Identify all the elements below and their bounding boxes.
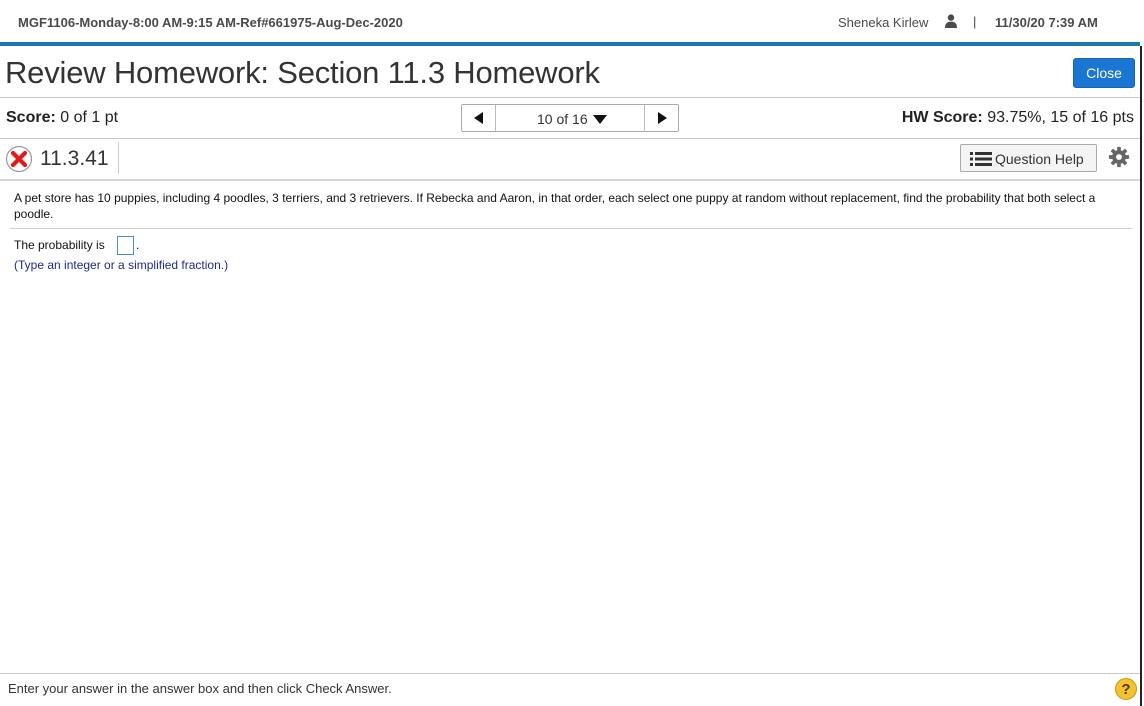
hw-score: HW Score: 93.75%, 15 of 16 pts <box>902 109 1134 127</box>
answer-period: . <box>136 238 140 252</box>
previous-question-button[interactable] <box>462 105 496 131</box>
page-title: Review Homework: Section 11.3 Homework <box>5 55 600 90</box>
arrow-right-icon <box>658 112 667 124</box>
gear-icon[interactable] <box>1108 146 1130 168</box>
hw-score-value: 93.75%, 15 of 16 pts <box>987 109 1134 126</box>
score-value: 0 of 1 pt <box>60 109 119 126</box>
date-time: 11/30/20 7:39 AM <box>995 15 1098 30</box>
answer-format-hint: (Type an integer or a simplified fractio… <box>14 258 229 272</box>
divider <box>118 142 119 174</box>
divider <box>0 138 1140 139</box>
score: Score: 0 of 1 pt <box>6 109 118 127</box>
header-separator: | <box>973 14 977 29</box>
caret-down-icon <box>593 115 607 124</box>
arrow-left-icon <box>474 112 483 124</box>
help-glyph: ? <box>1121 681 1131 698</box>
score-label: Score: <box>6 109 56 126</box>
footer-instruction: Enter your answer in the answer box and … <box>8 681 392 696</box>
close-button[interactable]: Close <box>1073 58 1135 88</box>
hw-score-label: HW Score: <box>901 109 983 126</box>
question-position: 10 of 16 <box>537 111 588 127</box>
help-icon[interactable]: ? <box>1115 678 1137 700</box>
question-help-label: Question Help <box>995 151 1084 167</box>
question-text: A pet store has 10 puppies, including 4 … <box>14 191 1096 221</box>
divider <box>0 97 1140 98</box>
divider <box>0 673 1140 674</box>
answer-prompt: The probability is <box>14 238 105 252</box>
question-number: 11.3.41 <box>40 147 109 170</box>
question-help-button[interactable]: Question Help <box>960 144 1097 172</box>
divider <box>0 179 1140 181</box>
top-bar: MGF1106-Monday-8:00 AM-9:15 AM-Ref#66197… <box>0 0 1140 46</box>
list-icon <box>970 152 992 166</box>
answer-input[interactable] <box>117 236 134 255</box>
user-icon <box>945 14 957 28</box>
divider <box>10 228 1132 229</box>
course-title: MGF1106-Monday-8:00 AM-9:15 AM-Ref#66197… <box>18 15 403 30</box>
question-select-dropdown[interactable]: 10 of 16 <box>497 105 645 131</box>
x-mark-icon <box>5 145 33 173</box>
user-name[interactable]: Sheneka Kirlew <box>838 15 928 30</box>
question-pager: 10 of 16 <box>461 104 679 132</box>
window-edge <box>1140 46 1142 706</box>
next-question-button[interactable] <box>644 105 678 131</box>
